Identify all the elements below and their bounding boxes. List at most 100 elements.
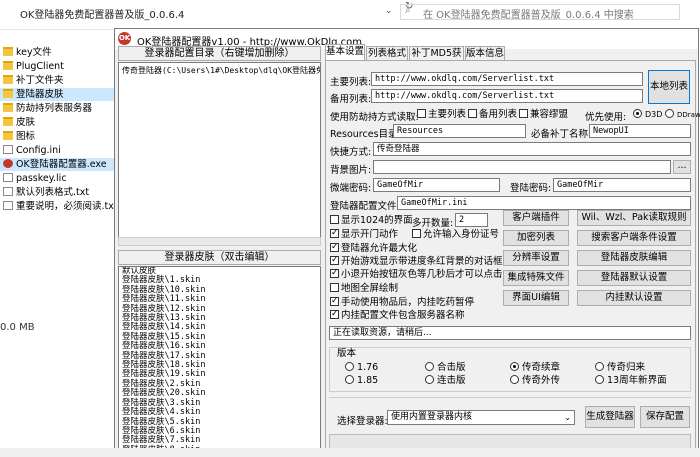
local-list-button[interactable]: 本地列表 <box>648 70 690 104</box>
checkbox[interactable] <box>412 229 421 238</box>
login-pwd-input[interactable]: GameOfMir <box>553 178 691 192</box>
multi-open-input[interactable]: 2 <box>455 213 488 227</box>
file-item[interactable]: passkey.lic <box>0 172 115 185</box>
resources-input[interactable]: Resources <box>393 124 526 138</box>
function-button[interactable]: 界面UI编辑 <box>503 290 569 306</box>
backup-list-input[interactable]: http://www.okdlq.com/Serverlist.txt <box>371 89 643 103</box>
file-item[interactable]: PlugClient <box>0 60 115 73</box>
radio[interactable] <box>425 375 434 384</box>
folder-icon <box>3 75 13 84</box>
micro-pwd-input[interactable]: GameOfMir <box>373 178 500 192</box>
tab-patch-md5[interactable]: 补丁MD5获取 <box>409 46 464 72</box>
version-radio[interactable]: 传奇外传 <box>510 375 560 387</box>
file-item[interactable]: key文件 <box>0 46 115 59</box>
skin-list[interactable]: 默认皮肤 登陆器皮肤\1.skin 登陆器皮肤\10.skin 登陆器皮肤\11.sk… <box>118 266 321 456</box>
save-button[interactable]: 保存配置 <box>640 406 690 428</box>
option-checkbox[interactable]: 内挂配置文件包含服务器名称 <box>330 308 465 322</box>
dropdown-chevron-icon[interactable]: ⌄ <box>385 6 393 16</box>
radio[interactable] <box>595 375 604 384</box>
function-button[interactable]: 集成特殊文件 <box>503 270 569 286</box>
cfg-file-input[interactable]: GameOfMir.ini <box>397 196 691 210</box>
option-checkbox[interactable]: 手动使用物品后，内挂吃药暂停 <box>330 295 474 309</box>
function-button[interactable]: 分辨率设置 <box>503 250 569 266</box>
file-item[interactable]: 皮肤 <box>0 116 115 129</box>
select-login-dropdown[interactable]: 使用内置登录器内核 ⌄ <box>387 410 575 425</box>
radio[interactable] <box>425 362 434 371</box>
browse-button[interactable]: ... <box>673 160 691 174</box>
opt-compat[interactable]: 兼容缪盟 <box>519 109 568 121</box>
radio[interactable] <box>345 362 354 371</box>
version-radio[interactable]: 传奇续章 <box>510 362 560 374</box>
app-icon <box>3 159 13 168</box>
generate-button[interactable]: 生成登陆器 <box>585 406 635 428</box>
version-radio[interactable]: 13周年新界面 <box>595 375 667 387</box>
checkbox[interactable] <box>330 283 339 292</box>
config-dir-hscrollbar[interactable] <box>118 237 321 246</box>
file-item[interactable]: 补丁文件夹 <box>0 74 115 87</box>
radio[interactable] <box>665 109 674 118</box>
function-button[interactable]: 搜索客户端条件设置 <box>577 230 691 246</box>
checkbox[interactable] <box>330 295 339 307</box>
checkbox[interactable] <box>330 267 339 279</box>
version-radio[interactable]: 1.85 <box>345 375 378 387</box>
option-checkbox[interactable]: 显示1024的界面 <box>330 215 413 227</box>
opt-backup-list[interactable]: 备用列表 <box>468 109 517 121</box>
function-button[interactable]: 客户端插件 <box>503 210 569 226</box>
opt-main-list[interactable]: 主要列表 <box>417 109 466 121</box>
prio-ddraw[interactable]: DDraw <box>665 109 700 121</box>
checkbox[interactable] <box>468 109 477 118</box>
micro-pwd-label: 微端密码: <box>330 183 372 194</box>
checkbox[interactable] <box>330 308 339 320</box>
file-icon <box>3 187 13 196</box>
checkbox[interactable] <box>330 227 339 239</box>
checkbox[interactable] <box>330 241 339 253</box>
tab-version-info[interactable]: 版本信息 <box>465 46 505 60</box>
allow-id-input[interactable]: 允许输入身份证号 <box>412 229 499 241</box>
config-dir-item[interactable]: 传奇登陆器(C:\Users\1#\Desktop\dlq\OK登陆器免费 <box>120 65 320 77</box>
option-checkbox[interactable]: 小退开始按钮灰色等几秒后才可以点击 <box>330 267 503 281</box>
file-item[interactable]: 默认列表格式.txt <box>0 186 115 199</box>
checkbox[interactable] <box>519 109 528 118</box>
configurator-window: OK OK登陆器配置器v1.00 - http://www.OkDlq.com … <box>114 28 700 457</box>
function-button[interactable]: Wil、Wzl、Pak读取规则 <box>577 210 691 226</box>
function-button[interactable]: 内挂默认设置 <box>577 290 691 306</box>
shortcut-input[interactable]: 传奇登陆器 <box>373 142 691 156</box>
checkbox[interactable] <box>330 215 339 224</box>
checkbox[interactable] <box>330 254 339 266</box>
file-name: 皮肤 <box>16 117 36 128</box>
function-button[interactable]: 登陆器皮肤编辑 <box>577 250 691 266</box>
file-item[interactable]: 图标 <box>0 130 115 143</box>
version-radio[interactable]: 合击版 <box>425 362 466 374</box>
option-checkbox[interactable]: 地图全屏绘制 <box>330 283 398 295</box>
file-item[interactable]: Config.ini <box>0 144 115 157</box>
file-item[interactable]: OK登陆器配置器.exe <box>0 158 115 171</box>
bg-image-input[interactable] <box>373 160 671 174</box>
radio[interactable] <box>510 362 519 371</box>
file-item[interactable]: 登陆器皮肤 <box>0 88 115 101</box>
patch-name-input[interactable]: NewopUI <box>589 124 691 138</box>
option-checkbox[interactable]: 显示开门动作 <box>330 227 398 241</box>
option-checkbox[interactable]: 登陆器允许最大化 <box>330 241 417 255</box>
version-radio[interactable]: 连击版 <box>425 375 466 387</box>
config-dir-list[interactable]: 传奇登陆器(C:\Users\1#\Desktop\dlq\OK登陆器免费 <box>118 62 321 246</box>
main-list-input[interactable]: http://www.okdlq.com/Serverlist.txt <box>371 72 643 86</box>
radio[interactable] <box>345 375 354 384</box>
version-radio[interactable]: 1.76 <box>345 362 378 374</box>
tab-list-format[interactable]: 列表格式 <box>366 46 408 60</box>
option-label: 小退开始按钮灰色等几秒后才可以点击 <box>341 269 503 280</box>
option-checkbox[interactable]: 开始游戏显示带进度条红背景的对话框 <box>330 254 503 268</box>
explorer-search-box[interactable]: ⌕ 在 OK登陆器免费配置器普及版_0.0.6.4 中搜索 <box>400 4 680 20</box>
file-item[interactable]: 重要说明，必须阅读.txt <box>0 200 118 213</box>
tab-basic[interactable]: 基本设置 <box>325 44 365 60</box>
version-radio[interactable]: 传奇归来 <box>595 362 645 374</box>
folder-icon <box>3 117 13 126</box>
chevron-down-icon[interactable]: ⌄ <box>564 411 571 424</box>
function-button[interactable]: 加密列表 <box>503 230 569 246</box>
radio[interactable] <box>510 375 519 384</box>
file-item[interactable]: 防劫持列表服务器 <box>0 102 115 115</box>
radio[interactable] <box>633 109 642 118</box>
prio-d3d[interactable]: D3D <box>633 109 662 121</box>
function-button[interactable]: 登陆器默认设置 <box>577 270 691 286</box>
checkbox[interactable] <box>417 109 426 118</box>
radio[interactable] <box>595 362 604 371</box>
